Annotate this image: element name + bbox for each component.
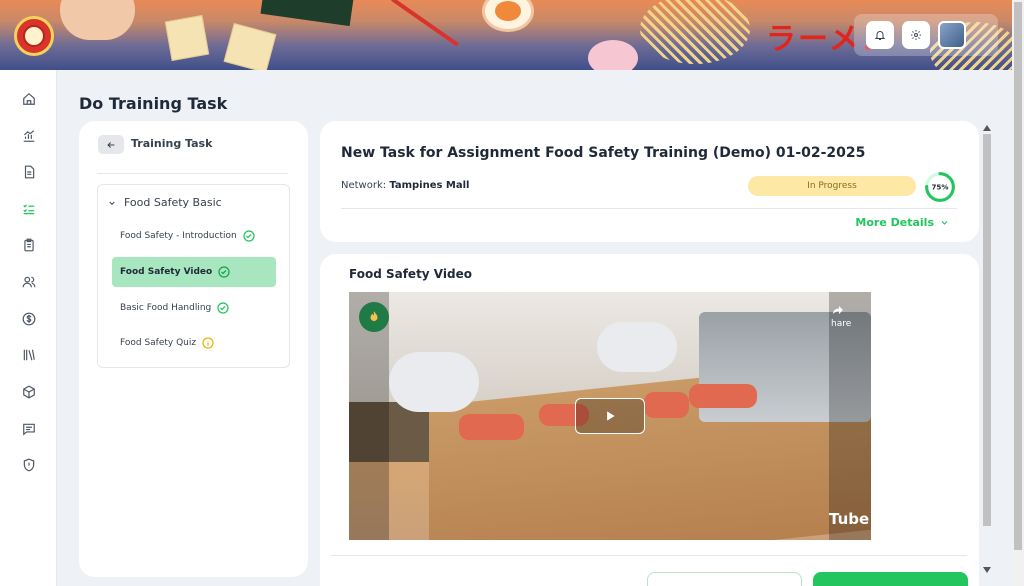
settings-button[interactable] [902,21,930,49]
share-icon [833,306,843,314]
logo-emblem [23,25,45,47]
video-frame-salmon [459,414,524,440]
divider [330,555,967,556]
page-scrollbar-thumb[interactable] [1014,2,1022,550]
status-badge: In Progress [748,176,916,196]
notifications-button[interactable] [866,21,894,49]
video-player[interactable]: hare Tube [349,292,871,540]
network-info: Network: Tampines Mall [341,180,470,191]
play-icon [607,411,615,421]
ramen-logo[interactable] [14,16,54,56]
yolk [495,1,521,21]
egg-decoration [482,0,534,32]
seaweed-decoration [260,0,354,27]
avatar[interactable] [938,21,966,49]
more-details-button[interactable]: More Details [855,216,949,229]
video-frame-salmon [644,392,689,418]
chevron-down-icon [941,220,948,225]
training-navigation-card: Training Task Food Safety Basic Food Saf… [79,121,308,577]
check-circle-icon [217,302,229,314]
divider [97,173,288,174]
noodles-decoration [640,0,750,64]
content-scrollbar-thumb[interactable] [983,134,991,526]
video-card: Food Safety Video hare Tube [320,254,979,586]
lesson-item[interactable]: Basic Food Handling [112,293,276,323]
shield-icon[interactable] [20,456,37,473]
lesson-label: Basic Food Handling [120,303,212,313]
channel-logo[interactable] [359,302,389,332]
users-icon[interactable] [20,273,37,290]
network-label: Network: [341,180,387,191]
task-summary-card: New Task for Assignment Food Safety Trai… [320,121,979,242]
primary-action-button[interactable] [813,572,968,586]
video-frame-salmon [689,384,757,408]
lesson-item[interactable]: Food Safety - Introduction [112,221,276,251]
scroll-down-icon [983,567,991,573]
books-icon[interactable] [20,346,37,363]
flame-icon [370,311,378,322]
bell-icon [874,31,886,40]
progress-ring: 75% [925,172,955,202]
sidebar [0,70,57,586]
lesson-item[interactable]: Food Safety Quiz [112,328,276,358]
task-title: New Task for Assignment Food Safety Trai… [341,145,866,161]
network-value: Tampines Mall [389,180,470,191]
checklist-icon[interactable] [20,200,37,217]
header-actions [854,14,998,56]
check-circle-icon [243,230,255,242]
lesson-item-active[interactable]: Food Safety Video [112,257,276,287]
video-overlay-right [829,292,871,540]
document-icon[interactable] [20,163,37,180]
platform-watermark: Tube [829,510,870,528]
training-heading: Training Task [131,137,213,150]
module-title: Food Safety Basic [124,196,222,209]
play-button[interactable] [575,398,645,434]
app-header: ラーメン [0,0,1024,70]
module-toggle[interactable]: Food Safety Basic [108,196,222,209]
module-food-safety-basic: Food Safety Basic Food Safety - Introduc… [97,184,290,368]
narutomaki-decoration [588,40,638,70]
video-heading: Food Safety Video [349,267,472,281]
chevron-down-icon [109,201,115,205]
info-circle-icon [202,337,214,349]
video-frame-hand [389,352,479,412]
share-button[interactable]: hare [831,304,851,329]
arrow-left-icon [107,141,115,148]
clipboard-icon[interactable] [20,236,37,253]
dollar-icon[interactable] [20,310,37,327]
more-details-label: More Details [855,216,934,229]
home-icon[interactable] [20,90,37,107]
box-icon[interactable] [20,383,37,400]
tofu-decoration [164,15,210,61]
chat-icon[interactable] [20,420,37,437]
bread-decoration [60,0,135,40]
lesson-label: Food Safety - Introduction [120,231,237,241]
chart-icon[interactable] [20,127,37,144]
share-label: hare [831,319,852,329]
divider [341,208,957,209]
check-circle-icon [218,266,230,278]
page-title: Do Training Task [79,94,228,113]
back-button[interactable] [98,135,124,154]
chopsticks-decoration [391,0,459,47]
lesson-label: Food Safety Video [120,267,213,277]
gear-icon [911,30,921,40]
video-frame-hand [597,322,677,372]
lesson-label: Food Safety Quiz [120,338,197,348]
tofu-decoration [223,22,277,70]
scroll-up-icon [983,125,991,131]
secondary-action-button[interactable] [647,572,802,586]
progress-label: 75% [931,183,948,192]
